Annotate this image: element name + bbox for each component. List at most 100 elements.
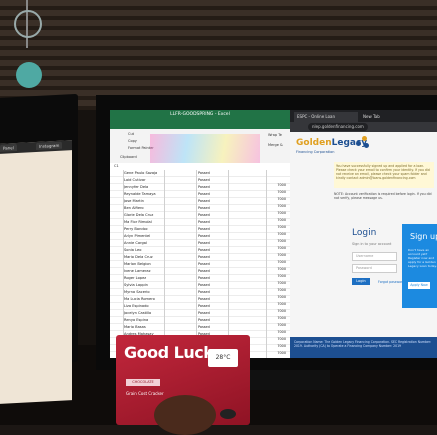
password-field[interactable]: Password bbox=[352, 264, 397, 273]
cell-name[interactable]: Ma Flor Rimolal bbox=[124, 219, 164, 226]
cell-id[interactable] bbox=[165, 184, 195, 191]
url-text[interactable]: nlep.goldenfinancing.com bbox=[308, 123, 368, 131]
cell-id[interactable] bbox=[165, 275, 195, 282]
cell-id[interactable] bbox=[165, 317, 195, 324]
cell-status[interactable]: Passed bbox=[198, 212, 228, 219]
cell-amount[interactable]: 7000 bbox=[268, 350, 286, 357]
cell-status[interactable]: Passed bbox=[198, 296, 228, 303]
cell-amount[interactable]: 7000 bbox=[268, 224, 286, 231]
cell-name[interactable]: Loid Cutivar bbox=[124, 177, 164, 184]
cell-status[interactable]: Passed bbox=[198, 261, 228, 268]
cell-amount[interactable]: 7000 bbox=[268, 203, 286, 210]
cell-status[interactable]: Passed bbox=[198, 310, 228, 317]
cell-status[interactable]: Passed bbox=[198, 282, 228, 289]
cell-name[interactable]: Reynalde Tamaya bbox=[124, 191, 164, 198]
cell-status[interactable]: Passed bbox=[198, 240, 228, 247]
cell-status[interactable]: Passed bbox=[198, 191, 228, 198]
cell-amount[interactable]: 7000 bbox=[268, 343, 286, 350]
cell-id[interactable] bbox=[165, 170, 195, 177]
cell-status[interactable]: Passed bbox=[198, 268, 228, 275]
cell-id[interactable] bbox=[165, 324, 195, 331]
cell-id[interactable] bbox=[165, 310, 195, 317]
cell-amount[interactable]: 7000 bbox=[268, 189, 286, 196]
merge-button[interactable]: Merge & bbox=[268, 143, 283, 147]
cell-name[interactable]: Arlyn Pimentel bbox=[124, 233, 164, 240]
username-field[interactable]: Username bbox=[352, 252, 397, 261]
cell-amount[interactable]: 7000 bbox=[268, 266, 286, 273]
wrap-text-button[interactable]: Wrap Te bbox=[268, 133, 282, 137]
cell-status[interactable]: Passed bbox=[198, 289, 228, 296]
cell-amount[interactable]: 7000 bbox=[268, 294, 286, 301]
cell-id[interactable] bbox=[165, 240, 195, 247]
cell-id[interactable] bbox=[165, 254, 195, 261]
address-bar[interactable]: nlep.goldenfinancing.com bbox=[290, 122, 437, 132]
cell-id[interactable] bbox=[165, 261, 195, 268]
cell-name[interactable]: Ben Alfiero bbox=[124, 205, 164, 212]
cell-status[interactable]: Passed bbox=[198, 254, 228, 261]
cell-name[interactable]: Annie Cargal bbox=[124, 240, 164, 247]
cell-id[interactable] bbox=[165, 289, 195, 296]
cell-id[interactable] bbox=[165, 177, 195, 184]
cell-status[interactable]: Passed bbox=[198, 233, 228, 240]
cell-name[interactable]: Myrna Sacerio bbox=[124, 289, 164, 296]
cell-name[interactable]: Jose Martin bbox=[124, 198, 164, 205]
cell-name[interactable]: Jocelyn Castillo bbox=[124, 310, 164, 317]
cell-amount[interactable]: 7000 bbox=[268, 259, 286, 266]
cell-name[interactable]: Glorie Dela Cruz bbox=[124, 212, 164, 219]
cell-amount[interactable]: 7000 bbox=[268, 287, 286, 294]
cell-amount[interactable]: 7000 bbox=[268, 329, 286, 336]
tab-loan-application[interactable]: ESPC - Online Loan Applicatio bbox=[294, 112, 358, 122]
cell-name[interactable]: Ma Lucia Romero bbox=[124, 296, 164, 303]
cell-amount[interactable]: 7000 bbox=[268, 196, 286, 203]
cell-id[interactable] bbox=[165, 198, 195, 205]
cell-id[interactable] bbox=[165, 268, 195, 275]
cell-name[interactable]: Gene Paulo Sazaja bbox=[124, 170, 164, 177]
cell-name[interactable]: Liza Espinado bbox=[124, 303, 164, 310]
cell-name[interactable]: Mario Dela Cruz bbox=[124, 254, 164, 261]
cell-name[interactable]: Mario Basas bbox=[124, 324, 164, 331]
cell-amount[interactable]: 7000 bbox=[268, 322, 286, 329]
cell-amount[interactable]: 7000 bbox=[268, 217, 286, 224]
cell-status[interactable]: Passed bbox=[198, 247, 228, 254]
cell-status[interactable]: Passed bbox=[198, 275, 228, 282]
cell-amount[interactable]: 7000 bbox=[268, 231, 286, 238]
cell-name[interactable]: Renyo Espina bbox=[124, 317, 164, 324]
cell-amount[interactable]: 7000 bbox=[268, 245, 286, 252]
cell-amount[interactable]: 7000 bbox=[268, 238, 286, 245]
left-tab-instagram[interactable]: Instagram bbox=[36, 141, 63, 150]
cell-status[interactable]: Passed bbox=[198, 184, 228, 191]
cell-amount[interactable]: 7000 bbox=[268, 252, 286, 259]
cut-button[interactable]: Cut bbox=[128, 132, 134, 136]
cell-amount[interactable]: 7000 bbox=[268, 182, 286, 189]
cell-id[interactable] bbox=[165, 226, 195, 233]
tab-new[interactable]: New Tab bbox=[360, 112, 383, 122]
cell-status[interactable]: Passed bbox=[198, 226, 228, 233]
left-tab-panel[interactable]: Panel bbox=[0, 144, 17, 152]
cell-status[interactable]: Passed bbox=[198, 170, 228, 177]
copy-button[interactable]: Copy bbox=[128, 139, 137, 143]
cell-id[interactable] bbox=[165, 296, 195, 303]
cell-name[interactable]: Ivene Lameraz bbox=[124, 268, 164, 275]
cell-id[interactable] bbox=[165, 303, 195, 310]
cell-name[interactable]: Sylvia Lappin bbox=[124, 282, 164, 289]
cell-status[interactable]: Passed bbox=[198, 198, 228, 205]
cell-status[interactable]: Passed bbox=[198, 177, 228, 184]
cell-amount[interactable]: 7000 bbox=[268, 280, 286, 287]
cell-id[interactable] bbox=[165, 191, 195, 198]
cell-name[interactable]: Jennyfer Dela bbox=[124, 184, 164, 191]
cell-name[interactable]: Marlon Belgion bbox=[124, 261, 164, 268]
cell-status[interactable]: Passed bbox=[198, 303, 228, 310]
cell-name[interactable]: Sonia Leo bbox=[124, 247, 164, 254]
apply-now-button[interactable]: Apply Now bbox=[408, 282, 430, 289]
cell-status[interactable]: Passed bbox=[198, 219, 228, 226]
cell-id[interactable] bbox=[165, 233, 195, 240]
cell-id[interactable] bbox=[165, 212, 195, 219]
cell-name[interactable]: Perry Bondoc bbox=[124, 226, 164, 233]
cell-id[interactable] bbox=[165, 282, 195, 289]
cell-id[interactable] bbox=[165, 205, 195, 212]
cell-status[interactable]: Passed bbox=[198, 324, 228, 331]
cell-id[interactable] bbox=[165, 219, 195, 226]
cell-amount[interactable]: 7000 bbox=[268, 315, 286, 322]
cell-amount[interactable]: 7000 bbox=[268, 210, 286, 217]
cell-id[interactable] bbox=[165, 247, 195, 254]
